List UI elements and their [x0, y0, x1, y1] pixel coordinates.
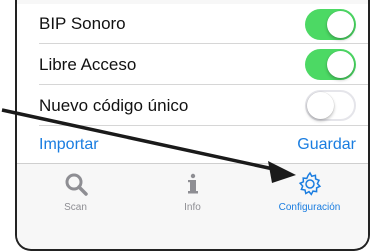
- toggle-knob: [327, 51, 354, 78]
- setting-row-bip-sonoro: BIP Sonoro: [17, 4, 368, 44]
- toggle-knob: [307, 92, 334, 119]
- tab-scan[interactable]: Scan: [17, 170, 134, 248]
- tab-label: Scan: [64, 202, 87, 213]
- setting-row-libre-acceso: Libre Acceso: [17, 44, 368, 85]
- nuevo-codigo-toggle[interactable]: [305, 90, 356, 121]
- setting-label: BIP Sonoro: [39, 14, 126, 33]
- settings-list: BIP Sonoro Libre Acceso Nuevo código úni…: [17, 4, 368, 126]
- tab-label: Configuración: [278, 202, 341, 213]
- tab-info[interactable]: Info: [134, 170, 251, 248]
- info-icon: [179, 170, 207, 198]
- toggle-knob: [327, 10, 354, 38]
- setting-label: Nuevo código único: [39, 95, 189, 115]
- tab-label: Info: [184, 202, 201, 213]
- tab-bar: Scan Info Configuración: [17, 164, 368, 248]
- action-row: Importar Guardar: [17, 126, 368, 164]
- bip-sonoro-toggle[interactable]: [305, 8, 356, 40]
- save-button[interactable]: Guardar: [297, 136, 356, 154]
- tab-configuracion[interactable]: Configuración: [251, 170, 368, 248]
- setting-label: Libre Acceso: [39, 54, 137, 74]
- gear-icon: [296, 170, 324, 198]
- search-icon: [62, 170, 90, 198]
- phone-frame: BIP Sonoro Libre Acceso Nuevo código úni…: [15, 0, 370, 251]
- import-button[interactable]: Importar: [39, 136, 99, 154]
- setting-row-nuevo-codigo: Nuevo código único: [17, 85, 368, 126]
- libre-acceso-toggle[interactable]: [305, 49, 356, 80]
